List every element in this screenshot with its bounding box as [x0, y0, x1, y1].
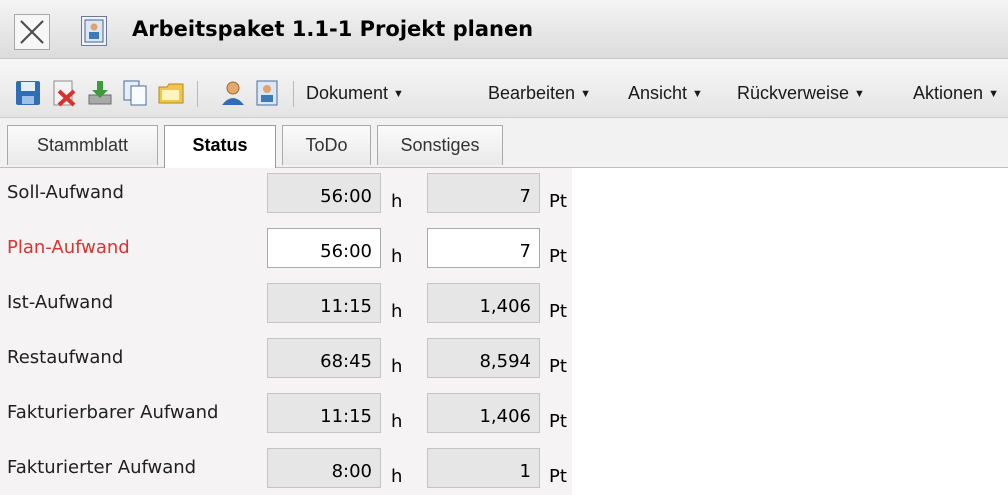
tab-sonstiges[interactable]: Sonstiges — [377, 125, 503, 165]
effort-row-fakturierbar: Fakturierbarer Aufwand 11:15 h 1,406 Pt — [0, 393, 572, 448]
window-title: Arbeitspaket 1.1-1 Projekt planen — [132, 17, 534, 41]
toolbar-separator — [293, 81, 294, 107]
chevron-down-icon: ▼ — [393, 88, 404, 100]
download-icon[interactable] — [86, 79, 114, 107]
chevron-down-icon: ▼ — [988, 88, 999, 100]
contact-card-icon — [81, 16, 107, 46]
menu-ansicht[interactable]: Ansicht ▼ — [628, 83, 703, 104]
row-label: Soll-Aufwand — [7, 182, 124, 203]
ist-points-field: 1,406 — [427, 283, 540, 323]
hours-unit: h — [391, 411, 403, 432]
close-icon — [20, 20, 44, 44]
tab-todo[interactable]: ToDo — [282, 125, 371, 165]
menu-aktionen[interactable]: Aktionen ▼ — [913, 83, 999, 104]
fakturiert-hours-field: 8:00 — [267, 448, 381, 488]
rest-points-field: 8,594 — [427, 338, 540, 378]
hours-unit: h — [391, 246, 403, 267]
plan-points-input[interactable]: 7 — [427, 228, 540, 268]
tab-status[interactable]: Status — [164, 125, 276, 168]
menu-dokument[interactable]: Dokument ▼ — [306, 83, 404, 104]
fakturiert-points-field: 1 — [427, 448, 540, 488]
menu-label: Aktionen — [913, 83, 984, 103]
points-unit: Pt — [549, 301, 567, 322]
plan-hours-input[interactable]: 56:00 — [267, 228, 381, 268]
hours-unit: h — [391, 301, 403, 322]
rest-hours-field: 68:45 — [267, 338, 381, 378]
effort-row-soll: Soll-Aufwand 56:00 h 7 Pt — [0, 173, 572, 228]
fakturierbar-points-field: 1,406 — [427, 393, 540, 433]
status-panel: Soll-Aufwand 56:00 h 7 Pt Plan-Aufwand 5… — [0, 168, 572, 495]
toolbar-separator — [197, 81, 198, 107]
hours-unit: h — [391, 466, 403, 487]
contact-card-icon[interactable] — [253, 79, 281, 107]
folder-icon[interactable] — [157, 79, 185, 107]
points-unit: Pt — [549, 191, 567, 212]
row-label: Ist-Aufwand — [7, 292, 114, 313]
chevron-down-icon: ▼ — [854, 88, 865, 100]
ist-hours-field: 11:15 — [267, 283, 381, 323]
row-label: Fakturierter Aufwand — [7, 457, 197, 478]
points-unit: Pt — [549, 411, 567, 432]
close-button[interactable] — [14, 14, 50, 50]
row-label: Fakturierbarer Aufwand — [7, 402, 219, 423]
row-label: Restaufwand — [7, 347, 124, 368]
hours-unit: h — [391, 191, 403, 212]
menu-label: Dokument — [306, 83, 389, 103]
effort-row-fakturiert: Fakturierter Aufwand 8:00 h 1 Pt — [0, 448, 572, 495]
menu-bearbeiten[interactable]: Bearbeiten ▼ — [488, 83, 591, 104]
hours-unit: h — [391, 356, 403, 377]
tab-stammblatt[interactable]: Stammblatt — [7, 125, 158, 165]
menu-label: Rückverweise — [737, 83, 850, 103]
delete-icon[interactable] — [50, 79, 78, 107]
row-label: Plan-Aufwand — [7, 237, 130, 258]
menu-label: Ansicht — [628, 83, 688, 103]
soll-points-field: 7 — [427, 173, 540, 213]
save-icon[interactable] — [14, 79, 42, 107]
user-icon[interactable] — [219, 79, 247, 107]
chevron-down-icon: ▼ — [580, 88, 591, 100]
fakturierbar-hours-field: 11:15 — [267, 393, 381, 433]
title-bar: Arbeitspaket 1.1-1 Projekt planen — [0, 0, 1008, 59]
soll-hours-field: 56:00 — [267, 173, 381, 213]
chevron-down-icon: ▼ — [692, 88, 703, 100]
effort-row-ist: Ist-Aufwand 11:15 h 1,406 Pt — [0, 283, 572, 338]
menu-label: Bearbeiten — [488, 83, 576, 103]
effort-row-rest: Restaufwand 68:45 h 8,594 Pt — [0, 338, 572, 393]
points-unit: Pt — [549, 356, 567, 377]
copy-icon[interactable] — [121, 79, 149, 107]
points-unit: Pt — [549, 466, 567, 487]
menu-rueckverweise[interactable]: Rückverweise ▼ — [737, 83, 865, 104]
effort-row-plan: Plan-Aufwand 56:00 h 7 Pt — [0, 228, 572, 283]
points-unit: Pt — [549, 246, 567, 267]
